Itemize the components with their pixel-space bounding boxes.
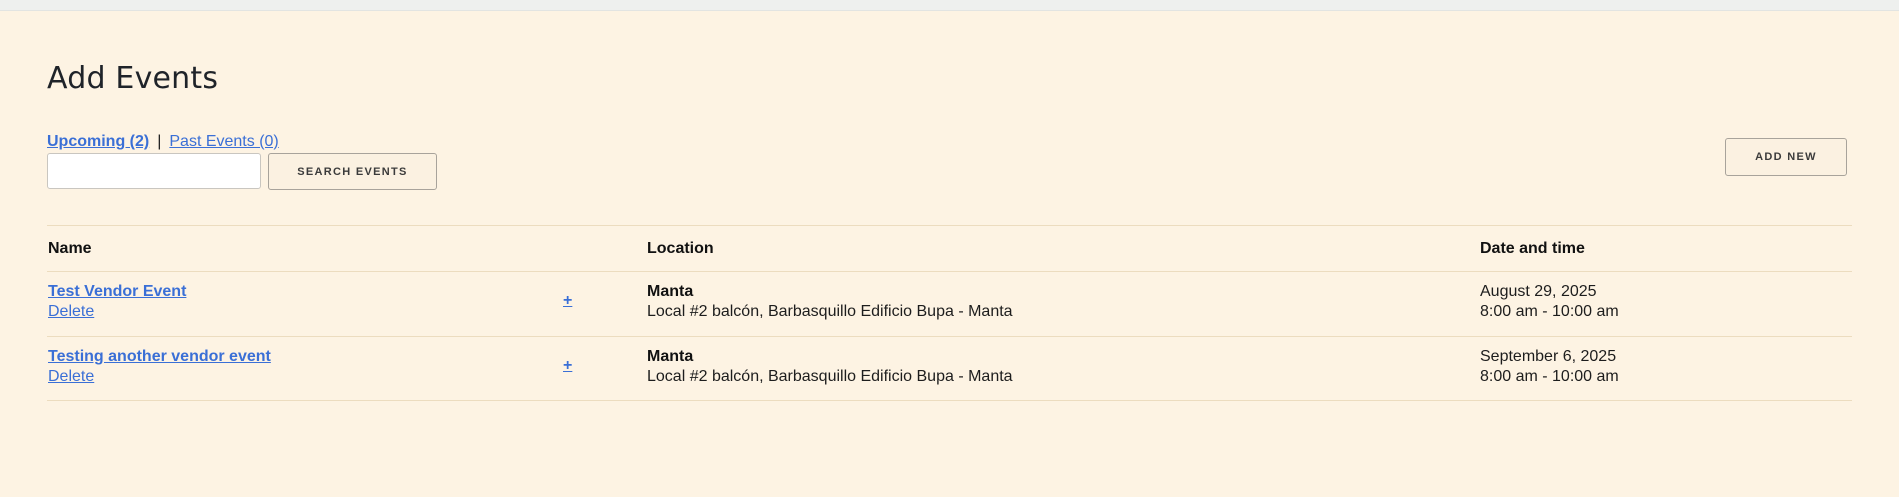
location-cell: Manta Local #2 balcón, Barbasquillo Edif… (647, 347, 1013, 387)
delete-event-link[interactable]: Delete (48, 367, 271, 387)
column-header-location: Location (647, 240, 714, 257)
page-title: Add Events (47, 61, 219, 96)
filter-separator: | (157, 133, 162, 150)
location-address: Local #2 balcón, Barbasquillo Edificio B… (647, 368, 1013, 385)
event-time: 8:00 am - 10:00 am (1480, 368, 1619, 385)
location-city: Manta (647, 283, 694, 300)
table-row: Testing another vendor event Delete + Ma… (47, 336, 1852, 401)
add-new-button[interactable]: ADD NEW (1725, 138, 1847, 176)
event-time: 8:00 am - 10:00 am (1480, 303, 1619, 320)
expand-cell: + (563, 291, 572, 311)
filter-upcoming-link[interactable]: Upcoming (2) (47, 133, 149, 150)
event-name-link[interactable]: Testing another vendor event (48, 347, 271, 367)
column-header-datetime: Date and time (1480, 240, 1585, 257)
event-filters: Upcoming (2) | Past Events (0) (47, 133, 279, 151)
event-name-cell: Test Vendor Event Delete (48, 282, 186, 322)
delete-event-link[interactable]: Delete (48, 302, 186, 322)
expand-plus-icon[interactable]: + (563, 292, 572, 309)
table-row: Test Vendor Event Delete + Manta Local #… (47, 271, 1852, 336)
expand-plus-icon[interactable]: + (563, 357, 572, 374)
filter-past-events-link[interactable]: Past Events (0) (169, 133, 278, 150)
location-city: Manta (647, 348, 694, 365)
event-name-cell: Testing another vendor event Delete (48, 347, 271, 387)
event-date: September 6, 2025 (1480, 348, 1617, 365)
event-date: August 29, 2025 (1480, 283, 1597, 300)
location-address: Local #2 balcón, Barbasquillo Edificio B… (647, 303, 1013, 320)
event-name-link[interactable]: Test Vendor Event (48, 282, 186, 302)
table-header-row: Name Location Date and time (47, 225, 1852, 271)
location-cell: Manta Local #2 balcón, Barbasquillo Edif… (647, 282, 1013, 322)
datetime-cell: August 29, 2025 8:00 am - 10:00 am (1480, 282, 1619, 322)
search-events-button[interactable]: SEARCH EVENTS (268, 153, 437, 190)
expand-cell: + (563, 356, 572, 376)
search-input[interactable] (47, 153, 261, 189)
browser-top-strip (0, 0, 1899, 11)
column-header-name: Name (48, 240, 92, 257)
events-table: Name Location Date and time Test Vendor … (47, 225, 1852, 401)
datetime-cell: September 6, 2025 8:00 am - 10:00 am (1480, 347, 1619, 387)
